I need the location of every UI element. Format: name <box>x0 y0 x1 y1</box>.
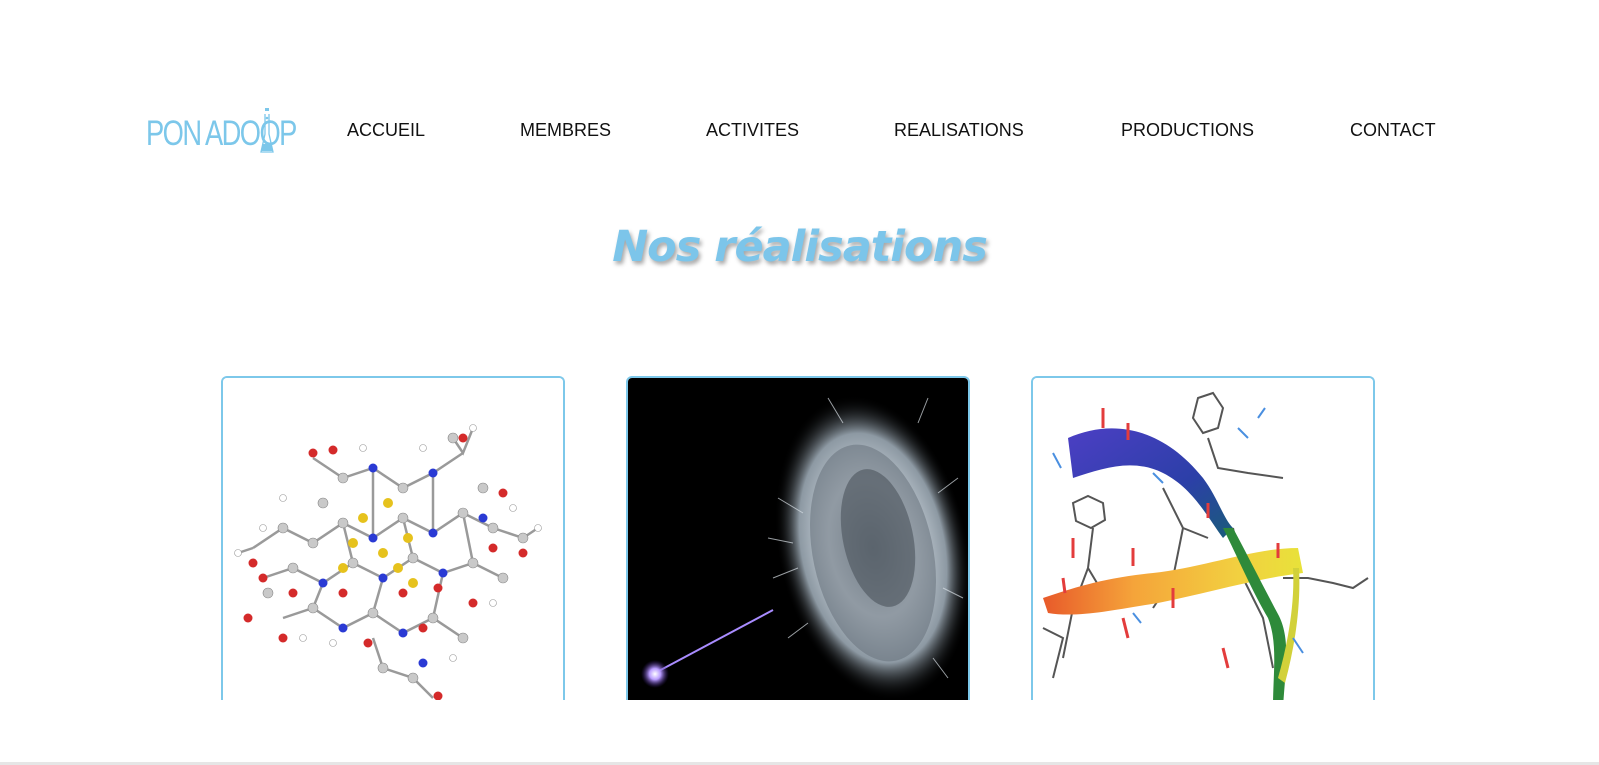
nav-item-productions[interactable]: PRODUCTIONS <box>1121 117 1254 143</box>
nav-item-accueil[interactable]: ACCUEIL <box>347 117 425 143</box>
nav-item-membres[interactable]: MEMBRES <box>520 117 611 143</box>
main-navigation: ACCUEIL MEMBRES ACTIVITES REALISATIONS P… <box>0 117 1599 143</box>
page-title: Nos réalisations <box>612 222 988 272</box>
laser-particle-explosion-image <box>628 378 968 706</box>
molecule-ball-stick-image <box>223 378 563 706</box>
content-fold-mask <box>0 700 1599 762</box>
nav-item-realisations[interactable]: REALISATIONS <box>894 117 1024 143</box>
nav-item-activites[interactable]: ACTIVITES <box>706 117 799 143</box>
realisation-card-protein[interactable] <box>1031 376 1375 706</box>
nav-item-contact[interactable]: CONTACT <box>1350 117 1436 143</box>
protein-ribbon-structure-image <box>1033 378 1373 706</box>
realisation-card-molecule[interactable] <box>221 376 565 706</box>
realisation-card-laser[interactable] <box>626 376 970 706</box>
